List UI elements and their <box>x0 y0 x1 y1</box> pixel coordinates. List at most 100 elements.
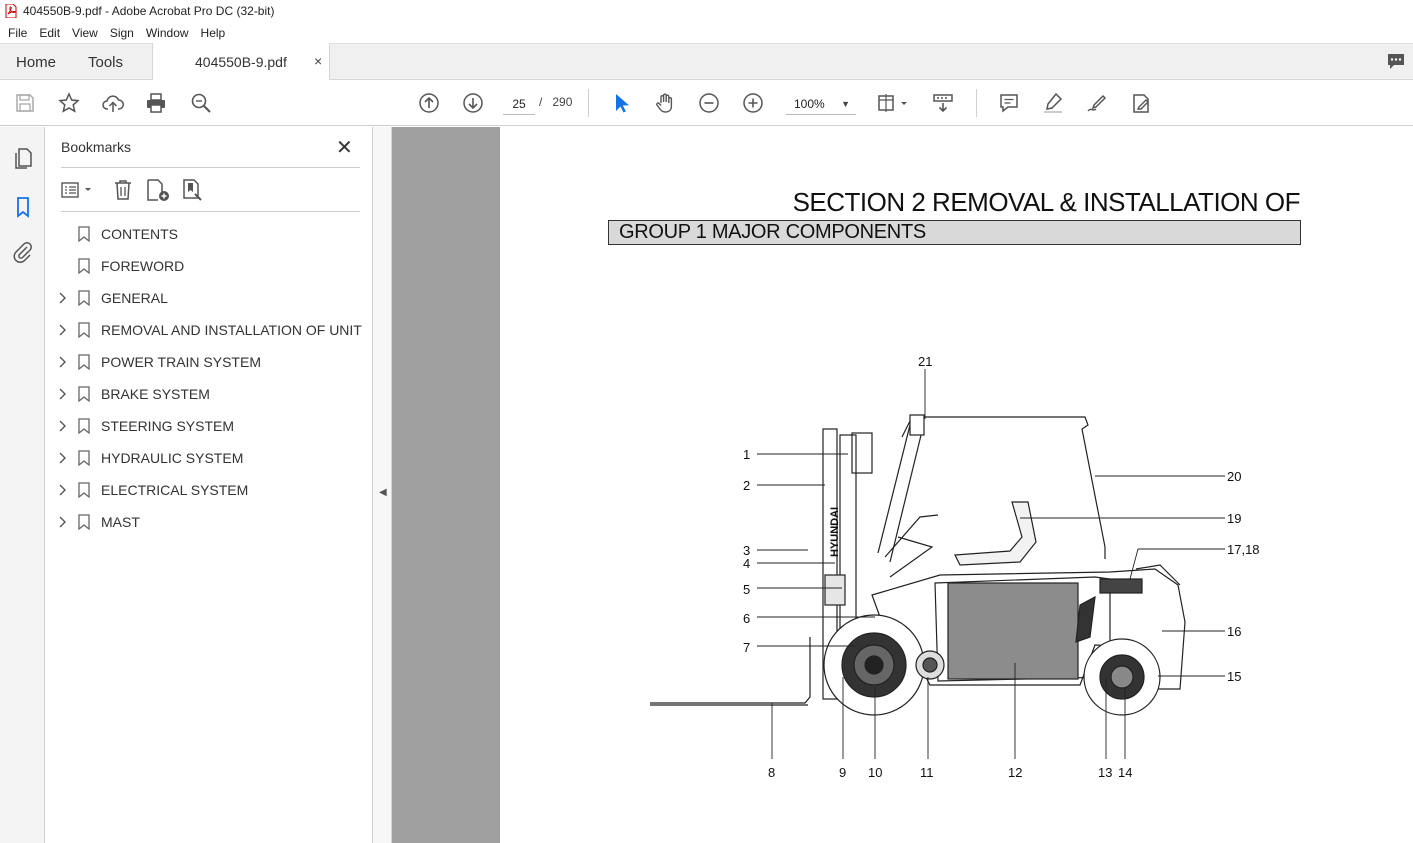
star-icon[interactable] <box>57 91 81 115</box>
bookmark-item[interactable]: MAST <box>45 506 373 538</box>
bookmark-icon <box>78 418 90 434</box>
hand-tool-icon[interactable] <box>653 91 677 115</box>
save-icon[interactable] <box>13 91 37 115</box>
zoom-level-value: 100% <box>794 97 825 111</box>
zoom-level-select[interactable]: 100% ▼ <box>786 93 856 115</box>
bookmark-icon <box>78 354 90 370</box>
group-title: GROUP 1 MAJOR COMPONENTS <box>608 220 1301 245</box>
chevron-right-icon[interactable] <box>58 419 68 433</box>
previous-page-icon[interactable] <box>417 91 441 115</box>
bookmark-item[interactable]: CONTENTS <box>45 218 373 250</box>
bookmarks-list: CONTENTS FOREWORD GENERAL REMOVAL AND IN… <box>45 218 373 538</box>
bookmark-label: STEERING SYSTEM <box>101 418 235 434</box>
bookmark-item[interactable]: STEERING SYSTEM <box>45 410 373 442</box>
next-page-icon[interactable] <box>461 91 485 115</box>
bookmark-icon <box>78 482 90 498</box>
forklift-diagram: HYUNDAI 1 2 3 4 5 6 7 8 9 10 11 12 13 14… <box>650 354 1260 780</box>
callout-1: 1 <box>743 447 750 462</box>
tab-home[interactable]: Home <box>16 54 56 71</box>
zoom-in-icon[interactable] <box>741 91 765 115</box>
bookmark-item[interactable]: BRAKE SYSTEM <box>45 378 373 410</box>
page-count: / 290 <box>539 95 573 109</box>
callout-11: 11 <box>920 765 934 780</box>
callout-14: 14 <box>1118 765 1132 780</box>
bookmark-label: FOREWORD <box>101 258 185 274</box>
find-zoom-icon[interactable] <box>189 91 213 115</box>
window-title: 404550B-9.pdf - Adobe Acrobat Pro DC (32… <box>23 4 275 18</box>
menu-help[interactable]: Help <box>195 26 232 40</box>
print-icon[interactable] <box>144 91 168 115</box>
bookmark-item[interactable]: REMOVAL AND INSTALLATION OF UNIT <box>45 314 373 346</box>
menu-view[interactable]: View <box>66 26 104 40</box>
toolbar-divider <box>588 89 589 117</box>
chevron-right-icon[interactable] <box>58 355 68 369</box>
new-bookmark-icon[interactable] <box>145 178 171 202</box>
callout-6: 6 <box>743 611 750 626</box>
divider <box>61 167 360 168</box>
callout-21: 21 <box>918 354 932 369</box>
delete-bookmark-icon[interactable] <box>111 178 135 202</box>
attachments-icon[interactable] <box>11 240 35 264</box>
bookmark-icon <box>78 322 90 338</box>
bookmark-options-icon[interactable] <box>61 178 97 202</box>
tab-tools[interactable]: Tools <box>88 54 123 71</box>
bookmark-item[interactable]: GENERAL <box>45 282 373 314</box>
bookmark-icon <box>78 226 90 242</box>
find-bookmark-icon[interactable] <box>181 178 205 202</box>
bookmark-icon <box>78 258 90 274</box>
toolbar-divider <box>976 89 977 117</box>
tab-close-icon[interactable]: × <box>314 53 322 69</box>
bookmark-label: ELECTRICAL SYSTEM <box>101 482 249 498</box>
window-title-bar: 404550B-9.pdf - Adobe Acrobat Pro DC (32… <box>0 0 1413 22</box>
select-cursor-icon[interactable] <box>609 91 633 115</box>
bookmark-label: BRAKE SYSTEM <box>101 386 210 402</box>
bookmark-item[interactable]: HYDRAULIC SYSTEM <box>45 442 373 474</box>
callout-2: 2 <box>743 478 750 493</box>
chevron-right-icon[interactable] <box>58 515 68 529</box>
page-total: 290 <box>552 95 573 109</box>
chevron-right-icon[interactable] <box>58 323 68 337</box>
draw-sign-icon[interactable] <box>1085 91 1109 115</box>
bookmark-icon <box>78 290 90 306</box>
highlight-pen-icon[interactable] <box>1041 91 1065 115</box>
callout-13: 13 <box>1098 765 1112 780</box>
upload-cloud-icon[interactable] <box>101 91 125 115</box>
callout-20: 20 <box>1227 469 1241 484</box>
pdf-page: SECTION 2 REMOVAL & INSTALLATION OF UNIT… <box>500 127 1413 843</box>
collapse-panel-icon[interactable]: ◀ <box>379 487 387 498</box>
menu-bar: File Edit View Sign Window Help <box>0 22 1413 43</box>
menu-sign[interactable]: Sign <box>104 26 140 40</box>
bookmarks-panel-icon[interactable] <box>11 195 35 219</box>
page-number-input[interactable]: 25 <box>503 93 535 115</box>
callout-16: 16 <box>1227 624 1241 639</box>
scroll-mode-icon[interactable] <box>931 91 955 115</box>
panel-splitter[interactable]: ◀ <box>373 127 392 843</box>
page-thumbnails-icon[interactable] <box>11 147 35 171</box>
bookmark-item[interactable]: FOREWORD <box>45 250 373 282</box>
fit-page-icon[interactable] <box>876 91 912 115</box>
bookmark-icon <box>78 450 90 466</box>
document-viewport[interactable]: SECTION 2 REMOVAL & INSTALLATION OF UNIT… <box>392 127 1413 843</box>
callout-19: 19 <box>1227 511 1241 526</box>
tab-document-label: 404550B-9.pdf <box>195 54 287 70</box>
comment-panel-icon[interactable] <box>1386 52 1406 72</box>
bookmark-label: GENERAL <box>101 290 168 306</box>
menu-file[interactable]: File <box>2 26 33 40</box>
menu-edit[interactable]: Edit <box>33 26 66 40</box>
main-toolbar: 25 / 290 100% ▼ <box>0 80 1413 126</box>
bookmark-label: HYDRAULIC SYSTEM <box>101 450 244 466</box>
tab-document[interactable]: 404550B-9.pdf × <box>152 43 330 80</box>
chevron-right-icon[interactable] <box>58 291 68 305</box>
fill-sign-icon[interactable] <box>1129 91 1153 115</box>
close-icon[interactable]: ✕ <box>336 135 353 160</box>
callout-8: 8 <box>768 765 775 780</box>
tab-bar: Home Tools 404550B-9.pdf × <box>0 43 1413 80</box>
bookmark-item[interactable]: POWER TRAIN SYSTEM <box>45 346 373 378</box>
chevron-right-icon[interactable] <box>58 387 68 401</box>
chevron-right-icon[interactable] <box>58 483 68 497</box>
bookmark-item[interactable]: ELECTRICAL SYSTEM <box>45 474 373 506</box>
menu-window[interactable]: Window <box>140 26 195 40</box>
zoom-out-icon[interactable] <box>697 91 721 115</box>
comment-icon[interactable] <box>997 91 1021 115</box>
chevron-right-icon[interactable] <box>58 451 68 465</box>
